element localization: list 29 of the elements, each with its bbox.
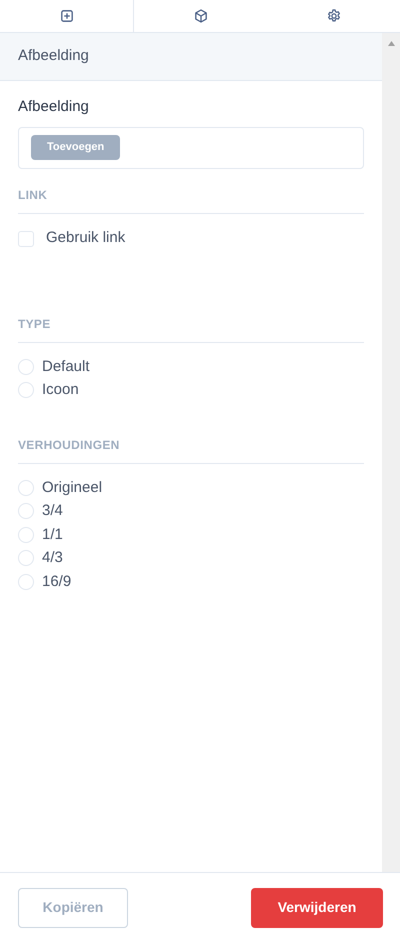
scroll-up-icon[interactable] — [388, 41, 394, 46]
scrollbar[interactable] — [382, 33, 400, 872]
radio-button[interactable] — [18, 574, 34, 590]
section-heading: TYPE — [18, 316, 51, 330]
radio-button[interactable] — [18, 480, 34, 496]
radio-button[interactable] — [18, 382, 34, 398]
section-heading: VERHOUDINGEN — [18, 438, 120, 452]
settings-icon — [326, 8, 342, 24]
field-label: Afbeelding — [18, 97, 90, 117]
radio-label: 3/4 — [42, 501, 63, 521]
radio-label: 4/3 — [42, 548, 63, 568]
radio-label: 1/1 — [42, 524, 63, 544]
plus-square-icon — [58, 8, 74, 24]
radio-button[interactable] — [18, 526, 34, 543]
section-heading: LINK — [18, 188, 48, 202]
panel-title: Afbeelding — [18, 46, 89, 66]
radio-button[interactable] — [18, 550, 34, 566]
cube-icon — [192, 8, 208, 24]
radio-label: Origineel — [42, 478, 102, 498]
checkbox[interactable] — [18, 230, 34, 246]
copy-button[interactable]: Kopiëren — [18, 888, 128, 928]
delete-button[interactable]: Verwijderen — [251, 888, 383, 928]
add-button[interactable]: Toevoegen — [31, 135, 120, 160]
radio-label: Default — [42, 356, 90, 376]
radio-button[interactable] — [18, 503, 34, 520]
radio-label: Icoon — [42, 380, 79, 400]
checkbox-label: Gebruik link — [46, 228, 126, 248]
radio-label: 16/9 — [42, 572, 72, 592]
radio-button[interactable] — [18, 358, 34, 375]
